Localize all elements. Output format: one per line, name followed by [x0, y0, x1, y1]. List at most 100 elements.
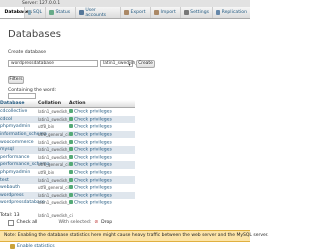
database-column-header[interactable]: Database: [0, 101, 24, 106]
tab-settings[interactable]: Settings: [180, 7, 212, 18]
enable-statistics-link[interactable]: Enable statistics: [10, 244, 55, 249]
database-name-link[interactable]: performance: [0, 155, 29, 160]
collation-value: utf8_bin: [38, 169, 55, 175]
filter-input[interactable]: [8, 93, 36, 99]
collation-select[interactable]: latin1_swedish_ci ▾: [100, 60, 141, 67]
collation-value: latin1_swedish_ci: [38, 109, 73, 115]
tab-import[interactable]: Import: [150, 7, 180, 18]
table-row: phpmyadmin utf8_bin Check privileges: [0, 123, 135, 131]
database-name-link[interactable]: wordpress: [0, 193, 24, 198]
table-row: cdcollective latin1_swedish_ci Check privi…: [0, 108, 135, 116]
privileges-icon: [69, 147, 73, 152]
collation-value: latin1_swedish_ci: [38, 154, 73, 160]
privileges-icon: [69, 131, 73, 136]
total-label: Total: 13: [0, 213, 20, 219]
privileges-icon: [69, 169, 73, 174]
collation-value: latin1_swedish_ci: [38, 147, 73, 153]
privileges-icon: [69, 192, 73, 197]
replication-icon: [216, 10, 221, 15]
check-privileges-link[interactable]: Check privileges: [69, 169, 112, 175]
database-name-link[interactable]: cdcol: [0, 117, 12, 122]
table-row: performance latin1_swedish_ci Check privil…: [0, 153, 135, 162]
table-row: cdcol latin1_swedish_ci Check privileges: [0, 115, 135, 124]
privileges-icon: [69, 124, 73, 129]
import-icon: [154, 10, 159, 15]
with-selected-label: With selected:: [58, 220, 92, 226]
tab-export[interactable]: Export: [120, 7, 150, 18]
status-icon: [49, 10, 54, 15]
table-header: Database Collation Action: [0, 100, 135, 108]
database-name-input[interactable]: wordpressdatabase: [8, 60, 98, 67]
check-all-label[interactable]: Check all: [17, 220, 38, 225]
check-all-checkbox[interactable]: [8, 220, 14, 226]
collation-value: utf8_general_ci: [38, 131, 69, 137]
collation-value: latin1_swedish_ci: [38, 116, 73, 122]
privileges-icon: [69, 139, 73, 144]
table-row: mysql latin1_swedish_ci Check privileges: [0, 146, 135, 154]
create-database-label: Create database: [8, 50, 47, 55]
collation-value: latin1_swedish_ci: [38, 177, 73, 183]
privileges-icon: [69, 200, 73, 205]
check-privileges-link[interactable]: Check privileges: [69, 177, 112, 183]
privileges-icon: [69, 177, 73, 182]
check-privileges-link[interactable]: Check privileges: [69, 139, 112, 145]
tab-user-accounts[interactable]: User accounts: [75, 7, 120, 18]
create-button[interactable]: Create: [136, 59, 155, 68]
check-privileges-link[interactable]: Check privileges: [69, 200, 112, 206]
collation-value: latin1_swedish_ci: [38, 200, 73, 206]
check-privileges-link[interactable]: Check privileges: [69, 192, 112, 198]
stats-notice: Note: Enabling the database statistics h…: [0, 230, 269, 242]
table-row: webauth utf8_general_ci Check privileges: [0, 184, 135, 192]
check-privileges-link[interactable]: Check privileges: [69, 154, 112, 160]
notice-text: Note: Enabling the database statistics h…: [4, 233, 269, 238]
table-row: performance_schema utf8_general_ci Check p…: [0, 161, 135, 169]
collation-value: utf8_bin: [38, 124, 55, 130]
tab-status[interactable]: Status: [45, 7, 75, 18]
drop-button[interactable]: Drop: [101, 220, 112, 225]
total-collation: latin1_swedish_ci: [38, 213, 73, 219]
privileges-icon: [69, 185, 73, 190]
privileges-icon: [69, 162, 73, 167]
filters-toggle[interactable]: Filters: [8, 76, 24, 84]
check-privileges-link[interactable]: Check privileges: [69, 185, 112, 191]
table-row: test latin1_swedish_ci Check privileges: [0, 176, 135, 184]
check-privileges-link[interactable]: Check privileges: [69, 131, 112, 137]
check-privileges-link[interactable]: Check privileges: [69, 109, 112, 115]
collation-value: latin1_swedish_ci: [38, 192, 73, 198]
export-icon: [124, 10, 129, 15]
gear-icon: [184, 10, 189, 15]
table-total-row: Total: 13 latin1_swedish_ci: [0, 212, 135, 219]
table-row: woocommerce latin1_swedish_ci Check privil…: [0, 138, 135, 146]
check-privileges-link[interactable]: Check privileges: [69, 124, 112, 130]
database-name-link[interactable]: phpmyadmin: [0, 170, 30, 175]
database-name-link[interactable]: mysql: [0, 147, 14, 152]
bulk-actions: Check all With selected: ⊘ Drop: [8, 220, 112, 226]
check-privileges-link[interactable]: Check privileges: [69, 162, 112, 168]
database-name-link[interactable]: cdcollective: [0, 109, 27, 114]
database-name-link[interactable]: test: [0, 178, 9, 183]
privileges-icon: [69, 154, 73, 159]
collation-value: latin1_swedish_ci: [38, 139, 73, 145]
tab-databases[interactable]: Databases: [0, 7, 32, 18]
check-privileges-link[interactable]: Check privileges: [69, 116, 112, 122]
action-column-header: Action: [69, 101, 86, 106]
table-row: wordpressdatabase latin1_swedish_ci Check …: [0, 199, 135, 207]
table-row: wordpress latin1_swedish_ci Check privileg…: [0, 191, 135, 200]
server-title: Server: 127.0.0.1: [22, 0, 61, 6]
database-name-link[interactable]: webauth: [0, 185, 20, 190]
privileges-icon: [69, 109, 73, 114]
tab-replication[interactable]: Replication: [212, 7, 250, 18]
collation-value: utf8_general_ci: [38, 162, 69, 168]
statistics-icon: [10, 244, 15, 249]
privileges-icon: [69, 116, 73, 121]
table-row: information_schema utf8_general_ci Check p…: [0, 130, 135, 139]
database-name-link[interactable]: phpmyadmin: [0, 124, 30, 129]
check-privileges-link[interactable]: Check privileges: [69, 147, 112, 153]
tab-sql[interactable]: SQL: [24, 7, 45, 18]
collation-value: utf8_general_ci: [38, 185, 69, 191]
collation-column-header: Collation: [38, 101, 61, 106]
drop-icon: ⊘: [94, 220, 99, 226]
user-icon: [79, 10, 84, 15]
main-tab-bar: Databases SQL Status User accounts Expor…: [0, 7, 250, 19]
database-name-link[interactable]: woocommerce: [0, 140, 34, 145]
